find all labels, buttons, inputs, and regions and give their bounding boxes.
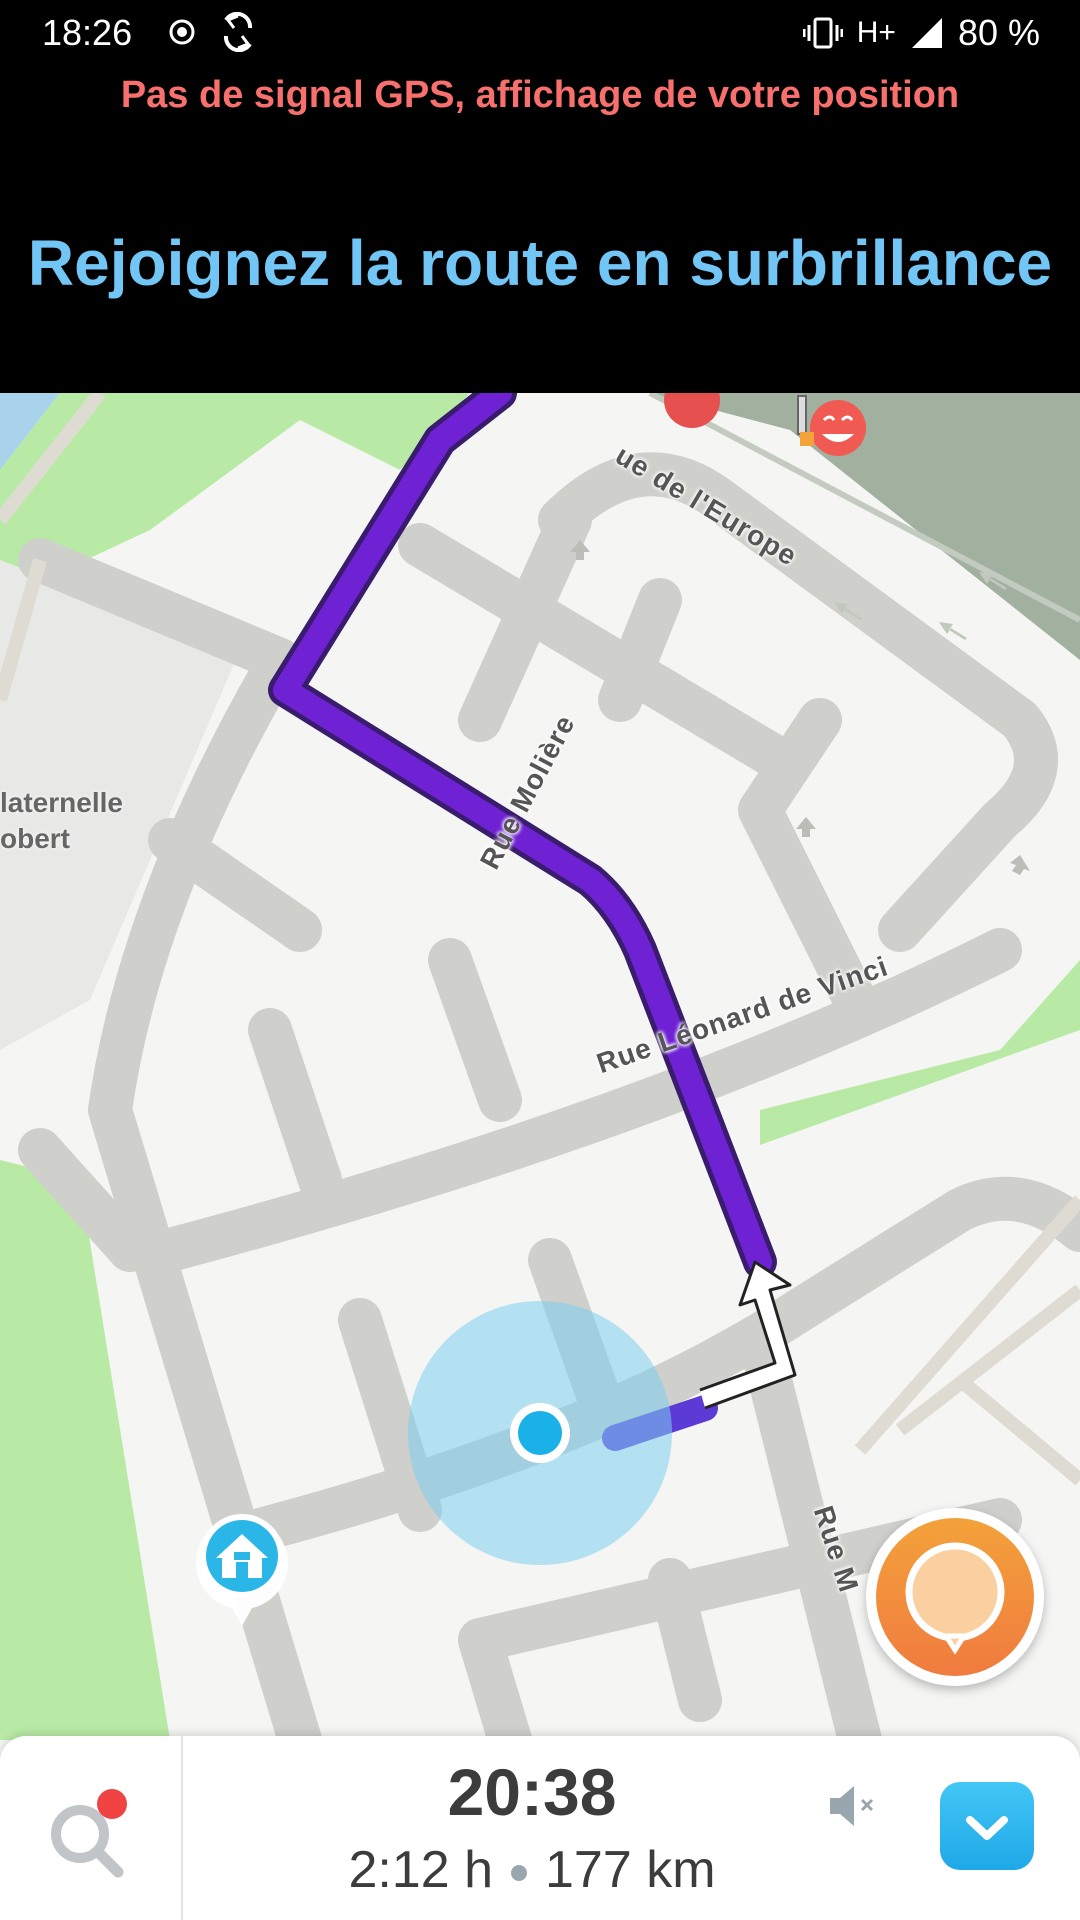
expand-button[interactable]	[940, 1782, 1034, 1870]
signal-icon	[911, 18, 942, 48]
status-time: 18:26	[42, 12, 133, 53]
home-pin[interactable]	[196, 1510, 288, 1630]
poi-label-line1: laternelle	[0, 787, 123, 818]
poi-label-line2: obert	[0, 823, 70, 854]
speaker-muted-icon	[830, 1786, 874, 1826]
bottom-bar: 20:38 2:12 h 177 km	[0, 1736, 1080, 1920]
sound-muted-button[interactable]	[826, 1780, 878, 1832]
status-bar: 18:26 H+ 80 %	[0, 0, 1080, 64]
poi-label: laternelle obert	[0, 785, 123, 857]
search-icon	[51, 1805, 124, 1878]
navigation-header: 18:26 H+ 80 % Pas de signal GPS, afficha…	[0, 0, 1080, 393]
search-button[interactable]	[40, 1786, 140, 1886]
eta-time[interactable]: 20:38	[182, 1754, 882, 1830]
turn-instruction: Rejoignez la route en surbrillance	[27, 227, 1053, 299]
separator-dot	[511, 1865, 528, 1882]
location-icon	[169, 19, 195, 45]
status-left-icons	[169, 12, 253, 52]
report-icon	[905, 1542, 1005, 1655]
vibrate-icon	[802, 17, 843, 49]
trip-duration: 2:12 h	[348, 1841, 494, 1899]
gps-warning: Pas de signal GPS, affichage de votre po…	[120, 74, 960, 116]
report-button-inner	[876, 1518, 1034, 1676]
notification-dot-icon	[97, 1789, 127, 1819]
report-button[interactable]	[866, 1508, 1044, 1686]
chevron-down-icon	[966, 1816, 1008, 1840]
trip-summary[interactable]: 2:12 h 177 km	[182, 1840, 882, 1900]
position-dot	[518, 1411, 562, 1455]
network-type: H+	[856, 16, 896, 49]
battery-level: 80 %	[957, 12, 1040, 53]
trip-distance: 177 km	[545, 1841, 716, 1899]
sync-icon	[223, 12, 253, 52]
